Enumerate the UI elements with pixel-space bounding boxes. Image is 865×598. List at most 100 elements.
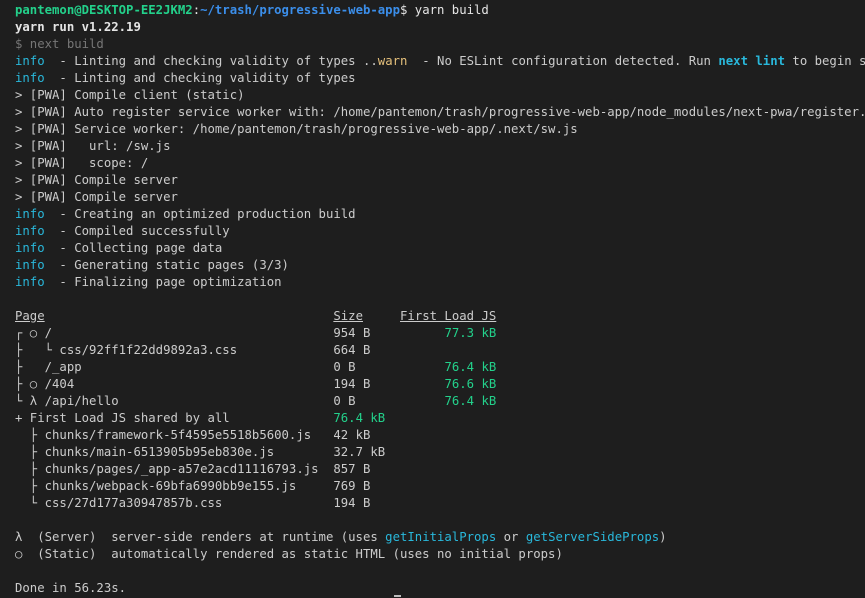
pwa-line: > [PWA] Compile server <box>15 190 178 204</box>
yarn-header: yarn run v1.22.19 <box>15 20 141 34</box>
pad <box>356 360 445 374</box>
pad <box>274 445 333 459</box>
chunk-list: ├ chunks/framework-5f4595e5518b5600.js 4… <box>15 427 865 512</box>
pwa-line: > [PWA] Auto register service worker wit… <box>15 105 865 119</box>
warn-tag: warn <box>377 54 408 68</box>
chunk-tree: ├ <box>15 462 45 476</box>
log-text: - Linting and checking validity of types <box>44 71 356 85</box>
table-header: Page Size First Load JS <box>15 308 865 325</box>
route-name: / <box>44 326 53 340</box>
pad <box>82 360 334 374</box>
chunk-size: 769 B <box>333 479 371 493</box>
info-text: - Generating static pages (3/3) <box>44 258 289 272</box>
pad <box>222 496 333 510</box>
prompt-command: yarn build <box>407 3 489 17</box>
route-tree: ├ ○ <box>15 377 45 391</box>
info-tag: info <box>15 258 45 272</box>
page-column-header: Page <box>15 309 45 323</box>
chunk-row: ├ chunks/main-6513905b95eb830e.js 32.7 k… <box>15 444 865 461</box>
route-size: 664 B <box>333 343 371 357</box>
warn-text: - No ESLint configuration detected. Run <box>407 54 719 68</box>
route-size: 954 B <box>333 326 371 340</box>
info-line: info - Compiled successfully <box>15 223 865 240</box>
route-tree: └ λ <box>15 394 45 408</box>
legend-or: or <box>496 530 526 544</box>
route-tree: ┌ ○ <box>15 326 45 340</box>
info-text: - Compiled successfully <box>44 224 230 238</box>
info-tag: info <box>15 275 45 289</box>
next-build-command: $ next build <box>15 37 104 51</box>
route-row: ├ ○ /404 194 B 76.6 kB <box>15 376 865 393</box>
pwa-line: > [PWA] Compile server <box>15 173 178 187</box>
terminal-window[interactable]: pantemon@DESKTOP-EE2JKM2:~/trash/progres… <box>0 0 865 598</box>
warn-text-end: to begin setup <box>792 54 865 68</box>
log-line-lint: info - Linting and checking validity of … <box>15 70 865 87</box>
route-name: /404 <box>44 377 75 391</box>
info-text: - Creating an optimized production build <box>44 207 356 221</box>
route-row: ├ └ css/92ff1f22dd9892a3.css 664 B <box>15 342 865 359</box>
chunk-row: ├ chunks/webpack-69bfa6990bb9e155.js 769… <box>15 478 865 495</box>
get-server-side-props: getServerSideProps <box>525 530 660 544</box>
prompt-user-host: pantemon@DESKTOP-EE2JKM2 <box>15 3 193 17</box>
chunk-tree: ├ <box>15 445 45 459</box>
info-tag: info <box>15 71 45 85</box>
get-initial-props: getInitialProps <box>385 530 497 544</box>
chunk-name: chunks/framework-5f4595e5518b5600.js <box>44 428 312 442</box>
route-table: ┌ ○ / 954 B 77.3 kB ├ └ css/92ff1f22dd989… <box>15 325 865 410</box>
route-first-load: 77.3 kB <box>444 326 497 340</box>
info-line: info - Collecting page data <box>15 240 865 257</box>
legend-static-label: (Static) automatically rendered as stati… <box>22 547 563 561</box>
pad <box>363 309 400 323</box>
chunk-size: 857 B <box>333 462 371 476</box>
pad <box>356 394 445 408</box>
pwa-line: > [PWA] Service worker: /home/pantemon/t… <box>15 122 578 136</box>
pad <box>45 309 334 323</box>
chunk-size: 194 B <box>333 496 371 510</box>
log-line-lint-warn: info - Linting and checking validity of … <box>15 53 865 70</box>
pad <box>52 326 333 340</box>
legend-server: λ (Server) server-side renders at runtim… <box>15 529 865 546</box>
chunk-tree: ├ <box>15 479 45 493</box>
info-tag: info <box>15 207 45 221</box>
route-row: ┌ ○ / 954 B 77.3 kB <box>15 325 865 342</box>
route-first-load: 76.4 kB <box>444 360 497 374</box>
chunk-size: 42 kB <box>333 428 371 442</box>
done-line: Done in 56.23s. <box>15 581 127 595</box>
pad <box>370 326 444 340</box>
route-name: /_app <box>44 360 82 374</box>
pad <box>319 462 334 476</box>
pad <box>311 428 333 442</box>
legend-static: ○ (Static) automatically rendered as sta… <box>15 546 865 563</box>
pad <box>296 479 333 493</box>
route-tree: ├ └ <box>15 343 60 357</box>
chunk-name: chunks/webpack-69bfa6990bb9e155.js <box>44 479 297 493</box>
chunk-tree: ├ <box>15 428 45 442</box>
info-line: info - Generating static pages (3/3) <box>15 257 865 274</box>
pad <box>237 343 333 357</box>
shared-line: + First Load JS shared by all 76.4 kB <box>15 410 865 427</box>
info-text: - Finalizing page optimization <box>44 275 282 289</box>
route-size: 0 B <box>333 360 356 374</box>
legend-server-label: (Server) server-side renders at runtime … <box>22 530 386 544</box>
chunk-row: └ css/27d177a30947857b.css 194 B <box>15 495 865 512</box>
info-text: - Collecting page data <box>44 241 223 255</box>
chunk-name: chunks/main-6513905b95eb830e.js <box>44 445 275 459</box>
pad <box>370 377 444 391</box>
chunk-size: 32.7 kB <box>333 445 386 459</box>
route-row: └ λ /api/hello 0 B 76.4 kB <box>15 393 865 410</box>
route-row: ├ /_app 0 B 76.4 kB <box>15 359 865 376</box>
size-column-header: Size <box>333 309 363 323</box>
pad <box>230 411 334 425</box>
prompt-separator: : <box>192 3 201 17</box>
route-first-load: 76.4 kB <box>444 394 497 408</box>
route-tree: ├ <box>15 360 45 374</box>
route-name: /api/hello <box>44 394 119 408</box>
terminal-cursor <box>394 595 401 597</box>
route-size: 0 B <box>333 394 356 408</box>
pad <box>119 394 334 408</box>
info-line: info - Finalizing page optimization <box>15 274 865 291</box>
route-size: 194 B <box>333 377 371 391</box>
chunk-name: css/27d177a30947857b.css <box>44 496 223 510</box>
